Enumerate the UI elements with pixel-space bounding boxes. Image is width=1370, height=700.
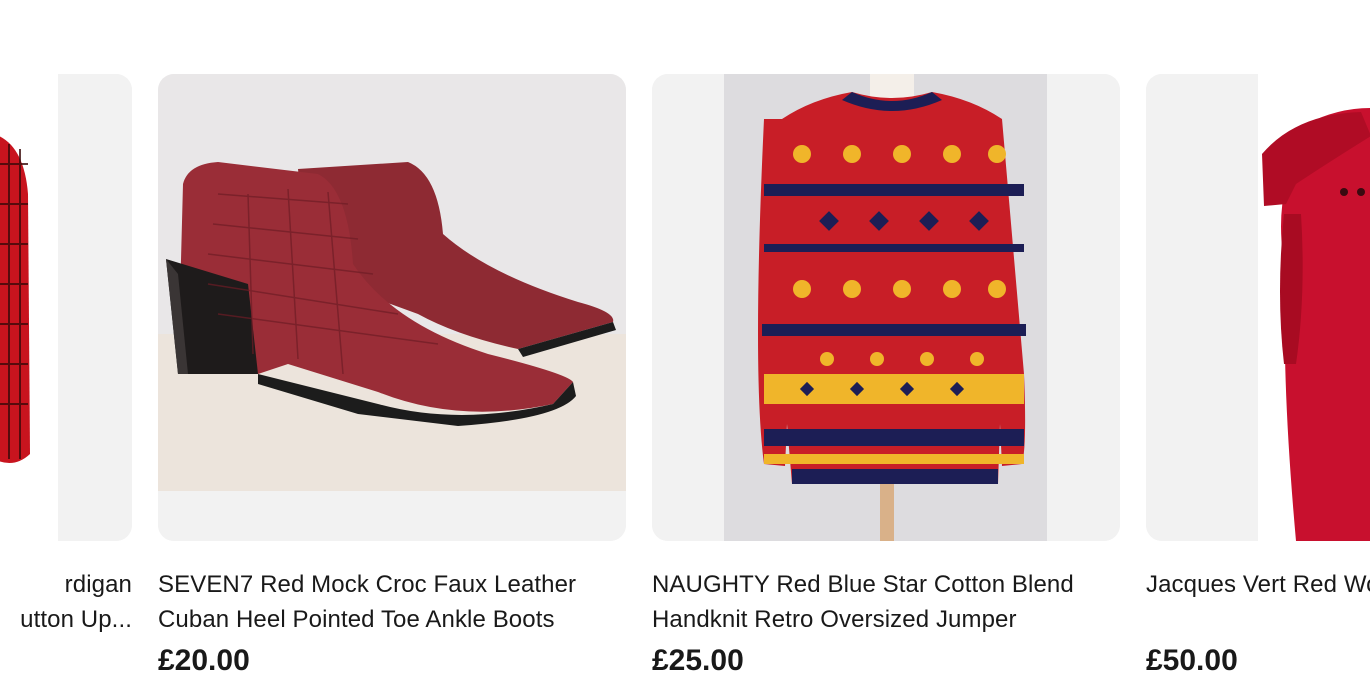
product-price: £25.00: [652, 644, 744, 677]
product-title[interactable]: NAUGHTY Red Blue Star Cotton Blend Handk…: [652, 567, 1120, 637]
product-title[interactable]: SEVEN7 Red Mock Croc Faux Leather Cuban …: [158, 567, 626, 637]
product-carousel: rdigan utton Up... SEVEN7 Red Mock Croc …: [0, 0, 1370, 700]
product-price: £20.00: [158, 644, 250, 677]
product-title[interactable]: Jacques Vert Red Wool Long Lovely: [1146, 567, 1370, 637]
product-card[interactable]: Jacques Vert Red Wool Long Lovely £50.00: [1146, 74, 1370, 679]
product-image[interactable]: [1146, 74, 1370, 541]
coat-image: [1146, 74, 1370, 541]
product-image[interactable]: [158, 74, 626, 541]
product-card[interactable]: NAUGHTY Red Blue Star Cotton Blend Handk…: [652, 74, 1120, 679]
product-image[interactable]: [0, 74, 132, 541]
product-card[interactable]: SEVEN7 Red Mock Croc Faux Leather Cuban …: [158, 74, 626, 679]
product-image[interactable]: [652, 74, 1120, 541]
product-title[interactable]: rdigan utton Up...: [0, 567, 132, 637]
product-card[interactable]: rdigan utton Up...: [0, 74, 132, 637]
jumper-image: [652, 74, 1120, 541]
cardigan-image: [0, 74, 132, 541]
boots-image: [158, 74, 626, 541]
product-price: £50.00: [1146, 644, 1238, 677]
